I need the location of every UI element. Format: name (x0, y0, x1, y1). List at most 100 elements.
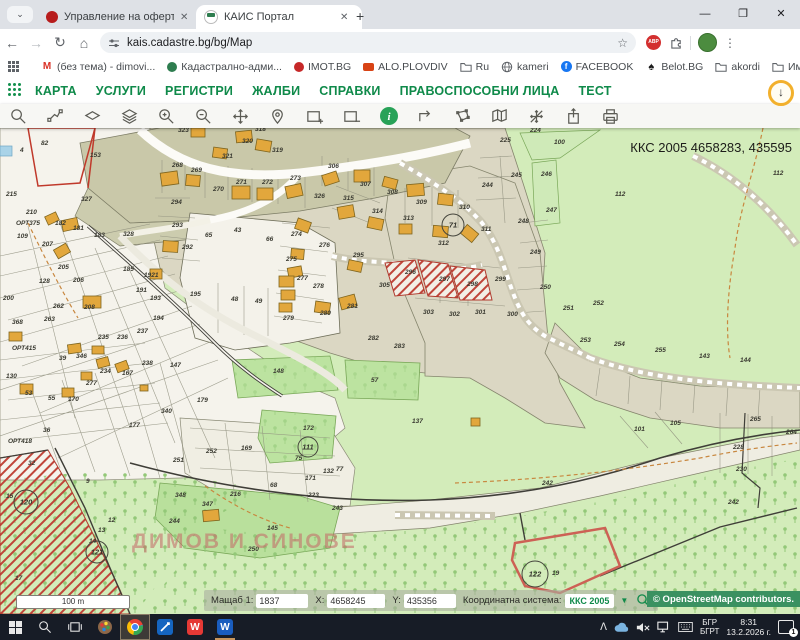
adblock-extension-icon[interactable]: ABP (646, 35, 661, 50)
volume-muted-icon[interactable] (636, 622, 650, 633)
tray-chevron-icon[interactable]: ᐱ (600, 622, 607, 633)
parcel-label: 183 (94, 232, 105, 239)
bookmark-item[interactable]: M(без тема) - dimovi... (41, 61, 155, 73)
zoom-rect-in-tool-icon[interactable] (296, 104, 333, 128)
start-button[interactable] (0, 614, 30, 640)
print-tool-icon[interactable] (592, 104, 629, 128)
word-app-icon[interactable]: W (210, 614, 240, 640)
x-input[interactable] (327, 594, 385, 608)
zoom-in-tool-icon[interactable] (148, 104, 185, 128)
bookmark-item[interactable]: ALO.PLOVDIV (363, 61, 447, 73)
language-indicator[interactable]: БГРБГРТ (700, 618, 719, 636)
parcel-label: 147 (170, 362, 181, 369)
window-restore-button[interactable]: ❐ (724, 0, 762, 28)
parcel-label: 43 (233, 227, 242, 234)
parcel-label: 148 (273, 368, 284, 375)
action-center-icon[interactable]: 1 (778, 620, 794, 634)
bookmark-item[interactable]: fFACEBOOK (561, 61, 634, 73)
chrome-taskbar-icon[interactable] (120, 614, 150, 640)
layer-tool-icon[interactable] (74, 104, 111, 128)
parcel-label: 77 (336, 466, 344, 473)
nav-item-СПРАВКИ[interactable]: СПРАВКИ (319, 84, 380, 98)
layers-tool-icon[interactable] (111, 104, 148, 128)
url-bar[interactable]: kais.cadastre.bg/bg/Map ☆ (100, 32, 636, 53)
bookmark-item[interactable]: ♠Belot.BG (645, 61, 703, 73)
y-label: Y: (392, 595, 400, 606)
scale-input[interactable] (256, 594, 308, 608)
profile-avatar[interactable] (698, 33, 717, 52)
building (191, 128, 205, 137)
zoom-out-tool-icon[interactable] (185, 104, 222, 128)
taskbar-clock[interactable]: 8:3113.2.2026 г. (726, 617, 771, 637)
map-canvas[interactable]: 4821532152103271821811091833282072052061… (0, 128, 800, 614)
reload-button[interactable]: ↻ (48, 34, 72, 51)
parcel-label: 307 (360, 181, 371, 188)
bookmark-star-icon[interactable]: ☆ (617, 36, 628, 50)
alo-icon (363, 63, 374, 71)
y-input[interactable] (404, 594, 456, 608)
select-polygon-tool-icon[interactable] (444, 104, 481, 128)
search-tool-icon[interactable] (0, 104, 37, 128)
osm-attribution[interactable]: © OpenStreetMap contributors. (647, 591, 800, 607)
apps-grid-icon[interactable] (8, 61, 19, 73)
nav-item-ЖАЛБИ[interactable]: ЖАЛБИ (252, 84, 300, 98)
tab-active[interactable]: КАИС Портал ✕ (196, 5, 362, 29)
parcel-label: 39 (59, 355, 67, 362)
parcel-label: 19 (552, 570, 560, 577)
onedrive-icon[interactable] (614, 622, 629, 633)
parcel-label: 132 (323, 468, 334, 475)
bookmark-item[interactable]: Импортирани от I... (772, 61, 800, 73)
zoom-rect-out-tool-icon[interactable] (333, 104, 370, 128)
window-minimize-button[interactable]: — (686, 0, 724, 28)
wps-app-icon[interactable]: W (180, 614, 210, 640)
network-icon[interactable] (657, 621, 671, 633)
export-tool-icon[interactable] (555, 104, 592, 128)
browser-menu-icon[interactable]: ⋮ (724, 36, 736, 50)
nav-item-КАРТА[interactable]: КАРТА (35, 84, 77, 98)
parcel-label: 143 (699, 353, 710, 360)
download-fab-button[interactable]: ↓ (768, 80, 794, 106)
nav-item-РЕГИСТРИ[interactable]: РЕГИСТРИ (165, 84, 233, 98)
bookmark-item[interactable]: kameri (501, 61, 549, 73)
nav-item-ТЕСТ[interactable]: ТЕСТ (578, 84, 611, 98)
nav-item-ПРАВОСПОСОБНИ ЛИЦА[interactable]: ПРАВОСПОСОБНИ ЛИЦА (400, 84, 560, 98)
tab2-close-icon[interactable]: ✕ (340, 12, 348, 23)
parcel-label: 55 (48, 395, 56, 402)
pan-tool-icon[interactable] (222, 104, 259, 128)
tab-search-button[interactable]: ⌄ (7, 6, 33, 23)
extensions-puzzle-icon[interactable] (670, 36, 683, 49)
new-tab-button[interactable]: + (356, 8, 364, 24)
site-settings-icon[interactable] (108, 37, 120, 49)
parcel-label: 263 (43, 316, 55, 323)
previous-extent-tool-icon[interactable] (407, 104, 444, 128)
forward-button[interactable]: → (24, 35, 48, 51)
bookmark-item[interactable]: Кадастрално-адми... (167, 61, 282, 73)
bookmark-item[interactable]: IMOT.BG (294, 61, 351, 73)
bookmark-item[interactable]: Ru (460, 61, 489, 73)
parcel-label: 48 (230, 296, 239, 303)
nav-item-УСЛУГИ[interactable]: УСЛУГИ (96, 84, 146, 98)
building (160, 171, 179, 186)
location-pin-tool-icon[interactable] (259, 104, 296, 128)
parcel-label: 9 (86, 478, 90, 485)
parcel-label: 236 (116, 334, 128, 341)
crs-dropdown-icon[interactable]: ▼ (620, 596, 628, 605)
snip-app-icon[interactable] (150, 614, 180, 640)
task-view-icon[interactable] (60, 614, 90, 640)
taskbar-search-icon[interactable] (30, 614, 60, 640)
move-feature-tool-icon[interactable] (518, 104, 555, 128)
tab-inactive[interactable]: Управление на офертите - ✕ (38, 5, 204, 29)
legend-map-tool-icon[interactable] (481, 104, 518, 128)
measure-tool-icon[interactable] (37, 104, 74, 128)
back-button[interactable]: ← (0, 35, 24, 51)
window-close-button[interactable]: ✕ (762, 0, 800, 28)
keyboard-icon[interactable] (678, 622, 693, 632)
tab1-close-icon[interactable]: ✕ (180, 12, 188, 23)
home-button[interactable]: ⌂ (72, 35, 96, 51)
app-grid-icon[interactable] (8, 83, 23, 98)
bookmark-item[interactable]: akordi (715, 61, 760, 73)
parcel-label: 82 (41, 140, 49, 147)
crs-select[interactable]: ККС 2005 (565, 594, 615, 608)
paint3d-app-icon[interactable] (90, 614, 120, 640)
info-tool-icon[interactable]: i (370, 104, 407, 128)
